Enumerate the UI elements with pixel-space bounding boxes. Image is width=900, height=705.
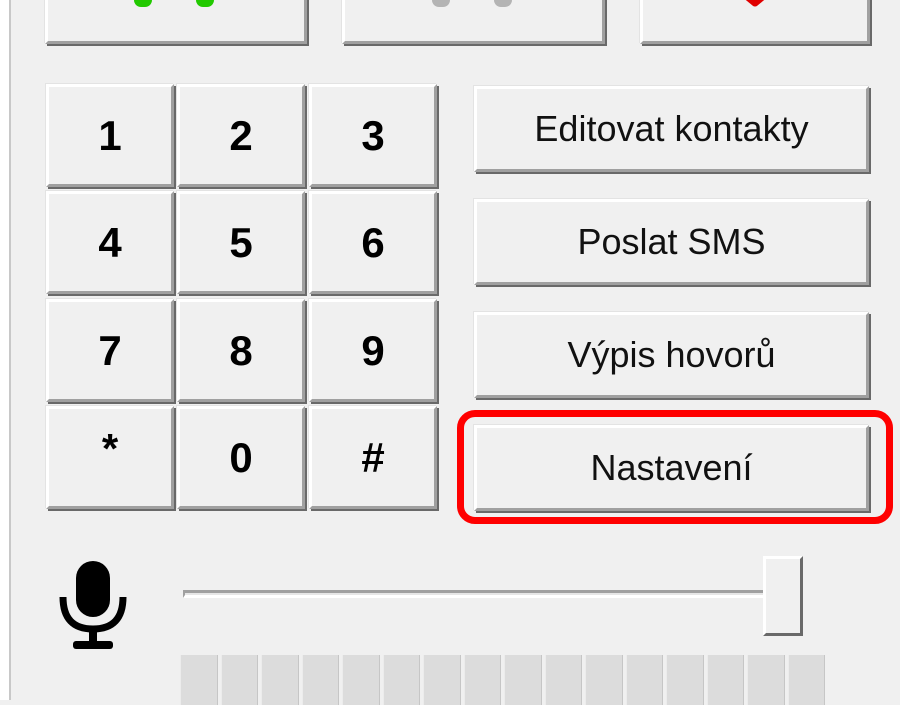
level-meter-segment: [342, 655, 380, 705]
level-meter-segment: [706, 655, 744, 705]
level-meter-segment: [625, 655, 663, 705]
microphone-volume-track[interactable]: [183, 590, 803, 598]
keypad-key-2[interactable]: 2: [177, 84, 305, 187]
level-meter-segment: [787, 655, 825, 705]
settings-label: Nastavení: [590, 447, 753, 488]
microphone-icon-box: [45, 550, 141, 660]
window-left-border: [0, 0, 11, 700]
keypad-key-4[interactable]: 4: [46, 191, 174, 294]
keypad-key-1[interactable]: 1: [46, 84, 174, 187]
level-meter-segment: [382, 655, 420, 705]
keypad-key-star[interactable]: *: [46, 406, 174, 509]
level-meter-segment: [220, 655, 258, 705]
send-sms-label: Poslat SMS: [577, 221, 766, 262]
handset-green-icon: [134, 0, 214, 7]
keypad-key-7[interactable]: 7: [46, 299, 174, 402]
level-meter-segment: [423, 655, 461, 705]
level-meter-segment: [504, 655, 542, 705]
keypad-key-6[interactable]: 6: [309, 191, 437, 294]
hold-button[interactable]: [342, 0, 605, 44]
send-sms-button[interactable]: Poslat SMS: [474, 199, 869, 285]
keypad-key-3[interactable]: 3: [309, 84, 437, 187]
microphone-icon: [59, 561, 127, 649]
settings-button[interactable]: Nastavení: [474, 425, 869, 511]
level-meter-segment: [261, 655, 299, 705]
keypad-key-5[interactable]: 5: [177, 191, 305, 294]
handset-gray-icon: [431, 0, 512, 7]
level-meter-segment: [301, 655, 339, 705]
keypad-key-9[interactable]: 9: [309, 299, 437, 402]
microphone-volume-thumb[interactable]: [763, 556, 803, 636]
level-meter-segment: [463, 655, 501, 705]
call-log-button[interactable]: Výpis hovorů: [474, 312, 869, 398]
level-meter-segment: [666, 655, 704, 705]
level-meter-segment: [585, 655, 623, 705]
keypad-key-8[interactable]: 8: [177, 299, 305, 402]
edit-contacts-button[interactable]: Editovat kontakty: [474, 86, 869, 172]
microphone-level-meter: [180, 655, 825, 705]
call-button[interactable]: [45, 0, 307, 44]
level-meter-segment: [544, 655, 582, 705]
level-meter-segment: [747, 655, 785, 705]
red-x-icon: [745, 0, 765, 7]
keypad-key-hash[interactable]: #: [309, 406, 437, 509]
hangup-button[interactable]: [640, 0, 870, 44]
call-log-label: Výpis hovorů: [567, 334, 776, 375]
edit-contacts-label: Editovat kontakty: [534, 108, 809, 149]
level-meter-segment: [180, 655, 218, 705]
keypad-key-0[interactable]: 0: [177, 406, 305, 509]
